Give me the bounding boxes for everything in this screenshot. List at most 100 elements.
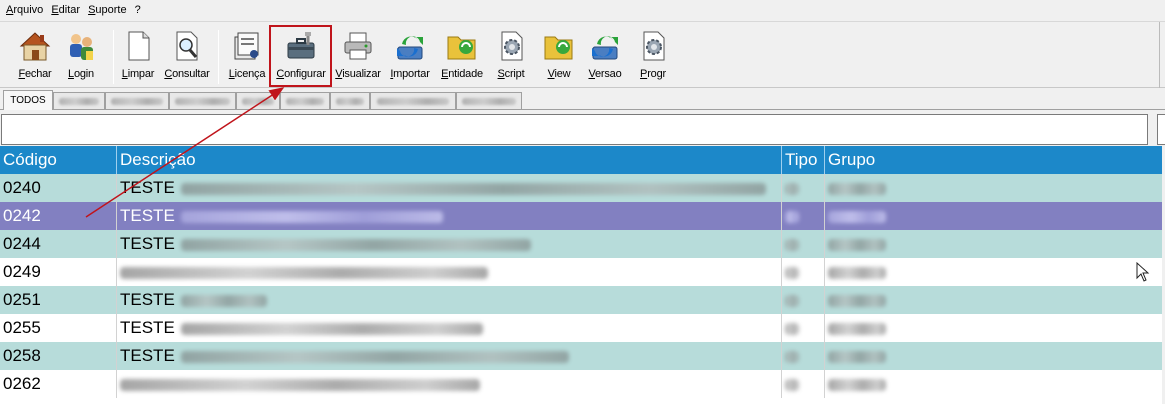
tab-blurred[interactable] bbox=[370, 92, 456, 109]
tab-blurred[interactable] bbox=[169, 92, 236, 109]
progr-button[interactable]: Progr bbox=[628, 29, 678, 85]
cell-descricao: TESTE bbox=[117, 174, 782, 202]
limpar-button[interactable]: Limpar bbox=[113, 29, 163, 85]
gear-page-icon bbox=[501, 31, 523, 61]
mouse-cursor-icon bbox=[1136, 262, 1150, 282]
description-prefix: TESTE bbox=[120, 178, 175, 197]
entidade-button[interactable]: Entidade bbox=[437, 29, 487, 85]
blurred-grupo bbox=[828, 350, 886, 363]
table-row-selected[interactable]: 0242 TESTE bbox=[0, 202, 1162, 230]
fechar-label: Fechar bbox=[18, 68, 52, 80]
cell-grupo bbox=[825, 230, 1162, 258]
cell-codigo: 0242 bbox=[0, 202, 117, 230]
visualizar-button[interactable]: Visualizar bbox=[333, 29, 383, 85]
description-prefix: TESTE bbox=[120, 234, 175, 253]
cell-codigo: 0249 bbox=[0, 258, 117, 286]
cell-descricao: TESTE bbox=[117, 230, 782, 258]
cell-codigo: 0258 bbox=[0, 342, 117, 370]
cell-grupo bbox=[825, 370, 1162, 398]
tab-blurred[interactable] bbox=[456, 92, 522, 109]
cell-tipo bbox=[782, 230, 825, 258]
tab-todos[interactable]: TODOS bbox=[3, 90, 53, 110]
cell-tipo bbox=[782, 174, 825, 202]
progr-label: Progr bbox=[640, 68, 666, 80]
cell-grupo bbox=[825, 258, 1162, 286]
tab-blurred[interactable] bbox=[105, 92, 169, 109]
tab-blurred[interactable] bbox=[280, 92, 330, 109]
menu-bar: Arquivo Editar Suporte ? bbox=[0, 0, 1165, 20]
licenca-button[interactable]: Licença bbox=[222, 29, 272, 85]
blurred-tab-label bbox=[462, 97, 516, 105]
blurred-tab-label bbox=[175, 97, 230, 105]
table-row[interactable]: 0255 TESTE bbox=[0, 314, 1162, 342]
licenca-label: Licença bbox=[228, 68, 266, 80]
importar-button[interactable]: Importar bbox=[385, 29, 435, 85]
menu-editar[interactable]: Editar bbox=[49, 4, 86, 16]
blurred-tipo bbox=[785, 350, 799, 363]
menu-help[interactable]: ? bbox=[133, 4, 147, 16]
blurred-tipo bbox=[785, 182, 799, 195]
tab-blurred[interactable] bbox=[236, 92, 280, 109]
filter-input[interactable] bbox=[1, 114, 1148, 145]
report-grid: Código Descrição Tipo Grupo 0240 TESTE 0… bbox=[0, 146, 1162, 404]
blurred-description bbox=[120, 266, 488, 279]
tab-blurred[interactable] bbox=[330, 92, 370, 109]
cell-tipo bbox=[782, 202, 825, 230]
cell-tipo bbox=[782, 342, 825, 370]
script-button[interactable]: Script bbox=[486, 29, 536, 85]
table-row[interactable]: 0240 TESTE bbox=[0, 174, 1162, 202]
cell-descricao: TESTE bbox=[117, 342, 782, 370]
cell-codigo: 0262 bbox=[0, 370, 117, 398]
blurred-tab-label bbox=[377, 97, 449, 105]
blurred-grupo bbox=[828, 182, 886, 195]
blurred-tab-label bbox=[336, 97, 364, 105]
cell-descricao: TESTE bbox=[117, 286, 782, 314]
fechar-button[interactable]: Fechar bbox=[10, 29, 60, 85]
cell-descricao bbox=[117, 370, 782, 398]
blurred-description bbox=[180, 350, 569, 363]
column-header-grupo[interactable]: Grupo bbox=[825, 146, 1162, 174]
toolbar-separator bbox=[218, 30, 219, 84]
blurred-tipo bbox=[785, 322, 799, 335]
login-button[interactable]: Login bbox=[56, 29, 106, 85]
column-header-tipo[interactable]: Tipo bbox=[782, 146, 825, 174]
blurred-tipo bbox=[785, 210, 799, 223]
blurred-tab-label bbox=[286, 97, 324, 105]
cell-codigo: 0255 bbox=[0, 314, 117, 342]
tab-blurred[interactable] bbox=[53, 92, 105, 109]
house-icon bbox=[19, 32, 51, 61]
version-arrows-icon bbox=[592, 36, 618, 60]
view-label: View bbox=[547, 68, 571, 80]
cell-descricao bbox=[117, 258, 782, 286]
toolbar-grip bbox=[1159, 22, 1165, 88]
table-row[interactable]: 0262 bbox=[0, 370, 1162, 398]
blurred-tab-label bbox=[59, 97, 99, 105]
side-panel-edge bbox=[1157, 114, 1165, 145]
cell-grupo bbox=[825, 342, 1162, 370]
column-header-descricao[interactable]: Descrição bbox=[117, 146, 782, 174]
cell-codigo: 0240 bbox=[0, 174, 117, 202]
table-row[interactable]: 0244 TESTE bbox=[0, 230, 1162, 258]
visualizar-label: Visualizar bbox=[335, 68, 381, 80]
tab-todos-label: TODOS bbox=[10, 95, 46, 106]
grid-header: Código Descrição Tipo Grupo bbox=[0, 146, 1162, 174]
table-row[interactable]: 0258 TESTE bbox=[0, 342, 1162, 370]
versao-button[interactable]: Versao bbox=[580, 29, 630, 85]
table-row[interactable]: 0251 TESTE bbox=[0, 286, 1162, 314]
folder-view-icon bbox=[544, 36, 573, 60]
menu-arquivo[interactable]: Arquivo bbox=[4, 4, 49, 16]
table-row[interactable]: 0249 bbox=[0, 258, 1162, 286]
blurred-grupo bbox=[828, 322, 886, 335]
blank-page-icon bbox=[128, 31, 150, 61]
description-prefix: TESTE bbox=[120, 206, 175, 225]
blurred-tipo bbox=[785, 266, 799, 279]
consultar-button[interactable]: Consultar bbox=[162, 29, 212, 85]
cell-grupo bbox=[825, 202, 1162, 230]
cell-tipo bbox=[782, 286, 825, 314]
view-button[interactable]: View bbox=[534, 29, 584, 85]
menu-suporte[interactable]: Suporte bbox=[86, 4, 133, 16]
tab-strip: TODOS bbox=[0, 90, 1165, 110]
cell-descricao: TESTE bbox=[117, 314, 782, 342]
column-header-codigo[interactable]: Código bbox=[0, 146, 117, 174]
blurred-description bbox=[120, 378, 480, 391]
